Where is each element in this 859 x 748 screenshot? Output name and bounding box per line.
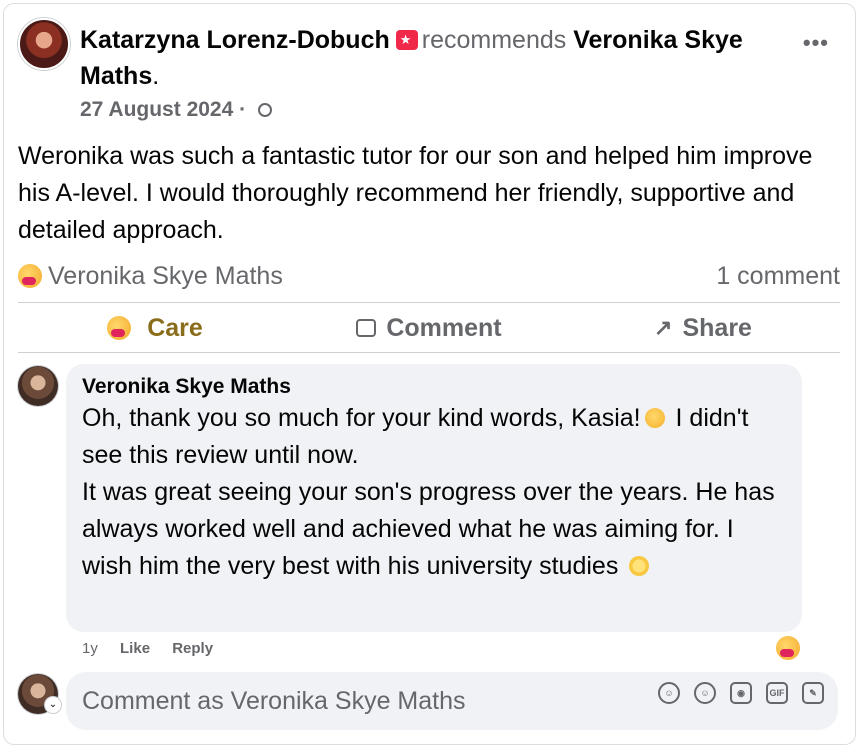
reply-link[interactable]: Reply <box>172 640 213 657</box>
camera-icon[interactable]: ◉ <box>730 682 752 704</box>
commenter-avatar[interactable] <box>18 366 58 406</box>
composer-tools: ☺ ☺ ◉ GIF ✎ <box>658 682 824 704</box>
comment-meta: 1y Like Reply <box>82 640 231 657</box>
date-separator: · <box>233 98 252 121</box>
globe-icon <box>257 103 272 117</box>
divider-bottom <box>18 352 840 353</box>
sun-emoji-icon <box>629 556 650 576</box>
emoji-icon[interactable]: ☺ <box>694 682 716 704</box>
comment-line-2: It was great seeing your son's progress … <box>82 478 775 580</box>
action-bar: Care Comment ↗ Share <box>18 306 840 350</box>
period: . <box>152 62 160 90</box>
share-icon: ↗ <box>654 315 673 340</box>
post-stats: Veronika Skye Maths 1 comment <box>18 258 840 296</box>
comment-icon <box>356 319 377 337</box>
care-icon <box>107 316 132 340</box>
gif-icon[interactable]: GIF <box>766 682 788 704</box>
smile-emoji-icon <box>644 408 665 428</box>
more-options-icon[interactable]: ••• <box>803 30 829 56</box>
like-link[interactable]: Like <box>120 640 150 657</box>
author-name[interactable]: Katarzyna Lorenz-Dobuch <box>80 26 390 54</box>
comment-bubble: Veronika Skye Maths Oh, thank you so muc… <box>66 364 802 632</box>
post-card: Katarzyna Lorenz-Dobuch recommends Veroni… <box>4 4 855 744</box>
care-button[interactable]: Care <box>18 306 292 350</box>
comment-author[interactable]: Veronika Skye Maths <box>82 374 786 400</box>
comment-care-reaction-icon[interactable] <box>776 636 800 660</box>
divider-top <box>18 302 840 303</box>
recommends-label: recommends <box>421 26 567 54</box>
post-date-line: 27 August 2024 · <box>80 98 272 122</box>
comment-text: Oh, thank you so much for your kind word… <box>82 400 786 585</box>
comment-input[interactable] <box>82 682 642 720</box>
share-button[interactable]: ↗ Share <box>566 306 840 350</box>
comment-line-1: Oh, thank you so much for your kind word… <box>82 404 641 432</box>
comment-count[interactable]: 1 comment <box>716 262 840 291</box>
sticker-icon[interactable]: ✎ <box>802 682 824 704</box>
profile-switch-icon[interactable]: ⌄ <box>45 697 61 713</box>
recommends-icon <box>395 30 418 50</box>
comment-composer: ☺ ☺ ◉ GIF ✎ <box>66 672 838 730</box>
reactions-summary[interactable]: Veronika Skye Maths <box>18 262 283 291</box>
post-date[interactable]: 27 August 2024 <box>80 98 233 121</box>
care-label: Care <box>147 313 203 342</box>
comment-age[interactable]: 1y <box>82 640 98 657</box>
share-label: Share <box>682 313 752 342</box>
comment-button[interactable]: Comment <box>292 306 566 350</box>
comment-label: Comment <box>386 313 502 342</box>
care-reaction-icon <box>18 264 42 288</box>
author-avatar[interactable] <box>18 18 70 70</box>
post-body: Weronika was such a fantastic tutor for … <box>18 142 813 244</box>
reactor-name: Veronika Skye Maths <box>48 262 283 290</box>
avatar-sticker-icon[interactable]: ☺ <box>658 682 680 704</box>
post-header: Katarzyna Lorenz-Dobuchrecommends Veroni… <box>80 22 800 94</box>
